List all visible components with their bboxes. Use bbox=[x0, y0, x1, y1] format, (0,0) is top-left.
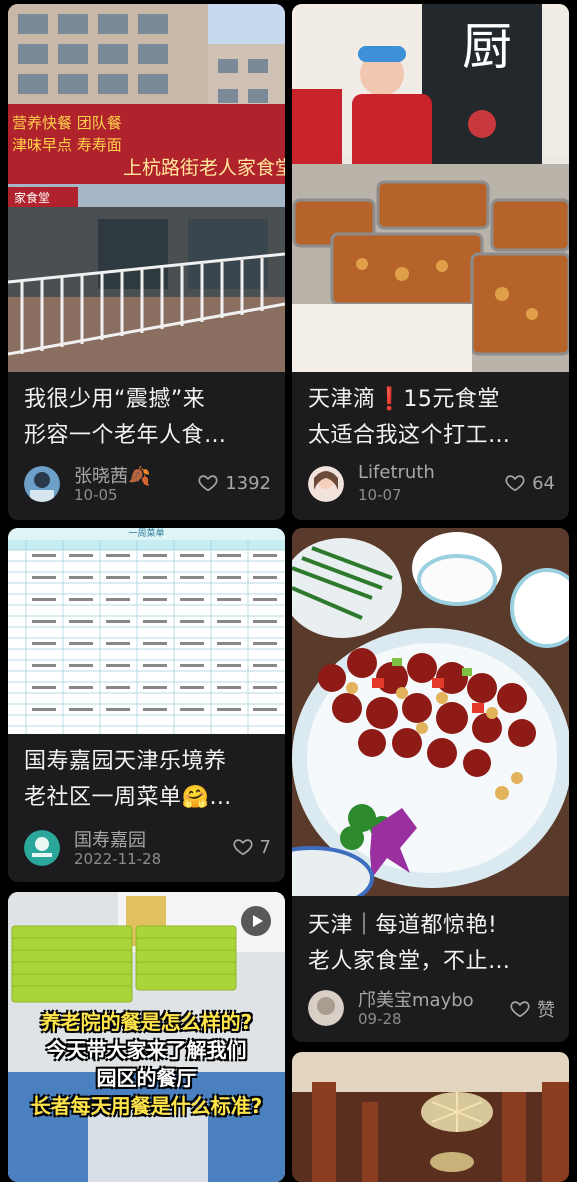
card-cover-image[interactable] bbox=[292, 528, 569, 896]
post-date: 2022-11-28 bbox=[74, 850, 162, 868]
menu-table-graphic bbox=[8, 540, 285, 734]
card-meta: 张晓茜🍂 10-05 1392 bbox=[24, 462, 271, 506]
feed-card[interactable]: 一周菜单 国寿嘉园天津乐境养 老社区一周菜单🤗… 国寿嘉园 2022-11-28… bbox=[8, 528, 285, 882]
heart-outline-icon bbox=[233, 839, 253, 856]
card-meta: 邝美宝maybo 09-28 赞 bbox=[308, 986, 555, 1030]
weekly-menu-image: 一周菜单 bbox=[8, 528, 285, 734]
like-count: 1392 bbox=[225, 472, 271, 494]
card-title-line: 老人家食堂，不止… bbox=[308, 949, 511, 974]
card-title-line: 我很少用“震撼”来 bbox=[24, 387, 206, 412]
card-title-line: 老社区一周菜单🤗… bbox=[24, 785, 232, 810]
card-meta: 国寿嘉园 2022-11-28 7 bbox=[24, 826, 271, 870]
cover-caption: 园区的餐厅 bbox=[96, 1066, 197, 1090]
card-title[interactable]: 天津｜每道都惊艳! 老人家食堂，不止… bbox=[308, 908, 557, 980]
card-meta: Lifetruth 10-07 64 bbox=[308, 462, 555, 506]
author-name[interactable]: 张晓茜🍂 bbox=[74, 462, 150, 488]
feed-card[interactable] bbox=[292, 1052, 569, 1182]
card-title[interactable]: 国寿嘉园天津乐境养 老社区一周菜单🤗… bbox=[24, 744, 273, 816]
cover-caption: 今天带大家来了解我们 bbox=[46, 1038, 247, 1062]
feed-card[interactable]: 厨 天津滴❗15元食堂 太适合我这个打工… Lifetruth 10-07 64 bbox=[292, 4, 569, 520]
like-button[interactable]: 赞 bbox=[509, 996, 555, 1022]
feed-card[interactable]: 养老院的餐是怎么样的? 今天带大家来了解我们 园区的餐厅 长者每天用餐是什么标准… bbox=[8, 892, 285, 1182]
card-cover-image[interactable]: 营养快餐 团队餐 津味早点 寿寿面 上杭路街老人家食堂 家食堂 bbox=[8, 4, 285, 372]
heart-outline-icon bbox=[510, 1001, 530, 1018]
heart-outline-icon bbox=[505, 475, 525, 492]
cover-caption: 长者每天用餐是什么标准? bbox=[30, 1094, 263, 1118]
svg-text:家食堂: 家食堂 bbox=[14, 190, 50, 205]
menu-header: 一周菜单 bbox=[8, 528, 285, 540]
card-cover-image[interactable] bbox=[292, 1052, 569, 1182]
card-title[interactable]: 天津滴❗15元食堂 太适合我这个打工… bbox=[308, 382, 557, 454]
like-button[interactable]: 7 bbox=[232, 836, 271, 858]
like-button[interactable]: 1392 bbox=[197, 472, 271, 494]
card-cover-image[interactable]: 厨 bbox=[292, 4, 569, 372]
author-avatar[interactable] bbox=[308, 990, 344, 1026]
play-icon[interactable] bbox=[241, 906, 271, 936]
author-name[interactable]: 邝美宝maybo bbox=[358, 986, 474, 1012]
dishes-photo bbox=[292, 528, 569, 896]
feed-card[interactable]: 营养快餐 团队餐 津味早点 寿寿面 上杭路街老人家食堂 家食堂 我很少用“震撼”… bbox=[8, 4, 285, 520]
building-photo: 营养快餐 团队餐 津味早点 寿寿面 上杭路街老人家食堂 家食堂 bbox=[8, 4, 285, 372]
author-avatar[interactable] bbox=[24, 830, 60, 866]
feed-card[interactable]: 天津｜每道都惊艳! 老人家食堂，不止… 邝美宝maybo 09-28 赞 bbox=[292, 528, 569, 1042]
card-title-line: 国寿嘉园天津乐境养 bbox=[24, 749, 227, 774]
card-cover-image[interactable]: 养老院的餐是怎么样的? 今天带大家来了解我们 园区的餐厅 长者每天用餐是什么标准… bbox=[8, 892, 285, 1182]
card-title[interactable]: 我很少用“震撼”来 形容一个老年人食… bbox=[24, 382, 273, 454]
svg-text:上杭路街老人家食堂: 上杭路街老人家食堂 bbox=[123, 157, 285, 179]
like-count: 7 bbox=[259, 836, 271, 858]
author-avatar[interactable] bbox=[308, 466, 344, 502]
author-name[interactable]: 国寿嘉园 bbox=[74, 826, 146, 852]
post-date: 10-07 bbox=[358, 486, 402, 504]
card-title-line: 太适合我这个打工… bbox=[308, 423, 511, 448]
like-button[interactable]: 64 bbox=[504, 472, 555, 494]
post-date: 09-28 bbox=[358, 1010, 402, 1028]
svg-text:津味早点 寿寿面: 津味早点 寿寿面 bbox=[12, 136, 122, 154]
like-count: 64 bbox=[532, 472, 555, 494]
post-date: 10-05 bbox=[74, 486, 118, 504]
heart-outline-icon bbox=[198, 475, 218, 492]
canteen-buffet-photo: 厨 bbox=[292, 4, 569, 372]
card-title-line: 天津滴❗15元食堂 bbox=[308, 387, 500, 412]
author-avatar[interactable] bbox=[24, 466, 60, 502]
author-name[interactable]: Lifetruth bbox=[358, 462, 435, 483]
svg-text:厨: 厨 bbox=[462, 18, 512, 76]
card-cover-image[interactable]: 一周菜单 bbox=[8, 528, 285, 734]
cover-caption: 养老院的餐是怎么样的? bbox=[40, 1010, 253, 1034]
svg-text:营养快餐 团队餐: 营养快餐 团队餐 bbox=[12, 114, 122, 132]
restaurant-interior-photo bbox=[292, 1052, 569, 1182]
like-count: 赞 bbox=[537, 1000, 555, 1021]
card-title-line: 形容一个老年人食… bbox=[24, 423, 227, 448]
card-title-line: 天津｜每道都惊艳! bbox=[308, 913, 498, 938]
